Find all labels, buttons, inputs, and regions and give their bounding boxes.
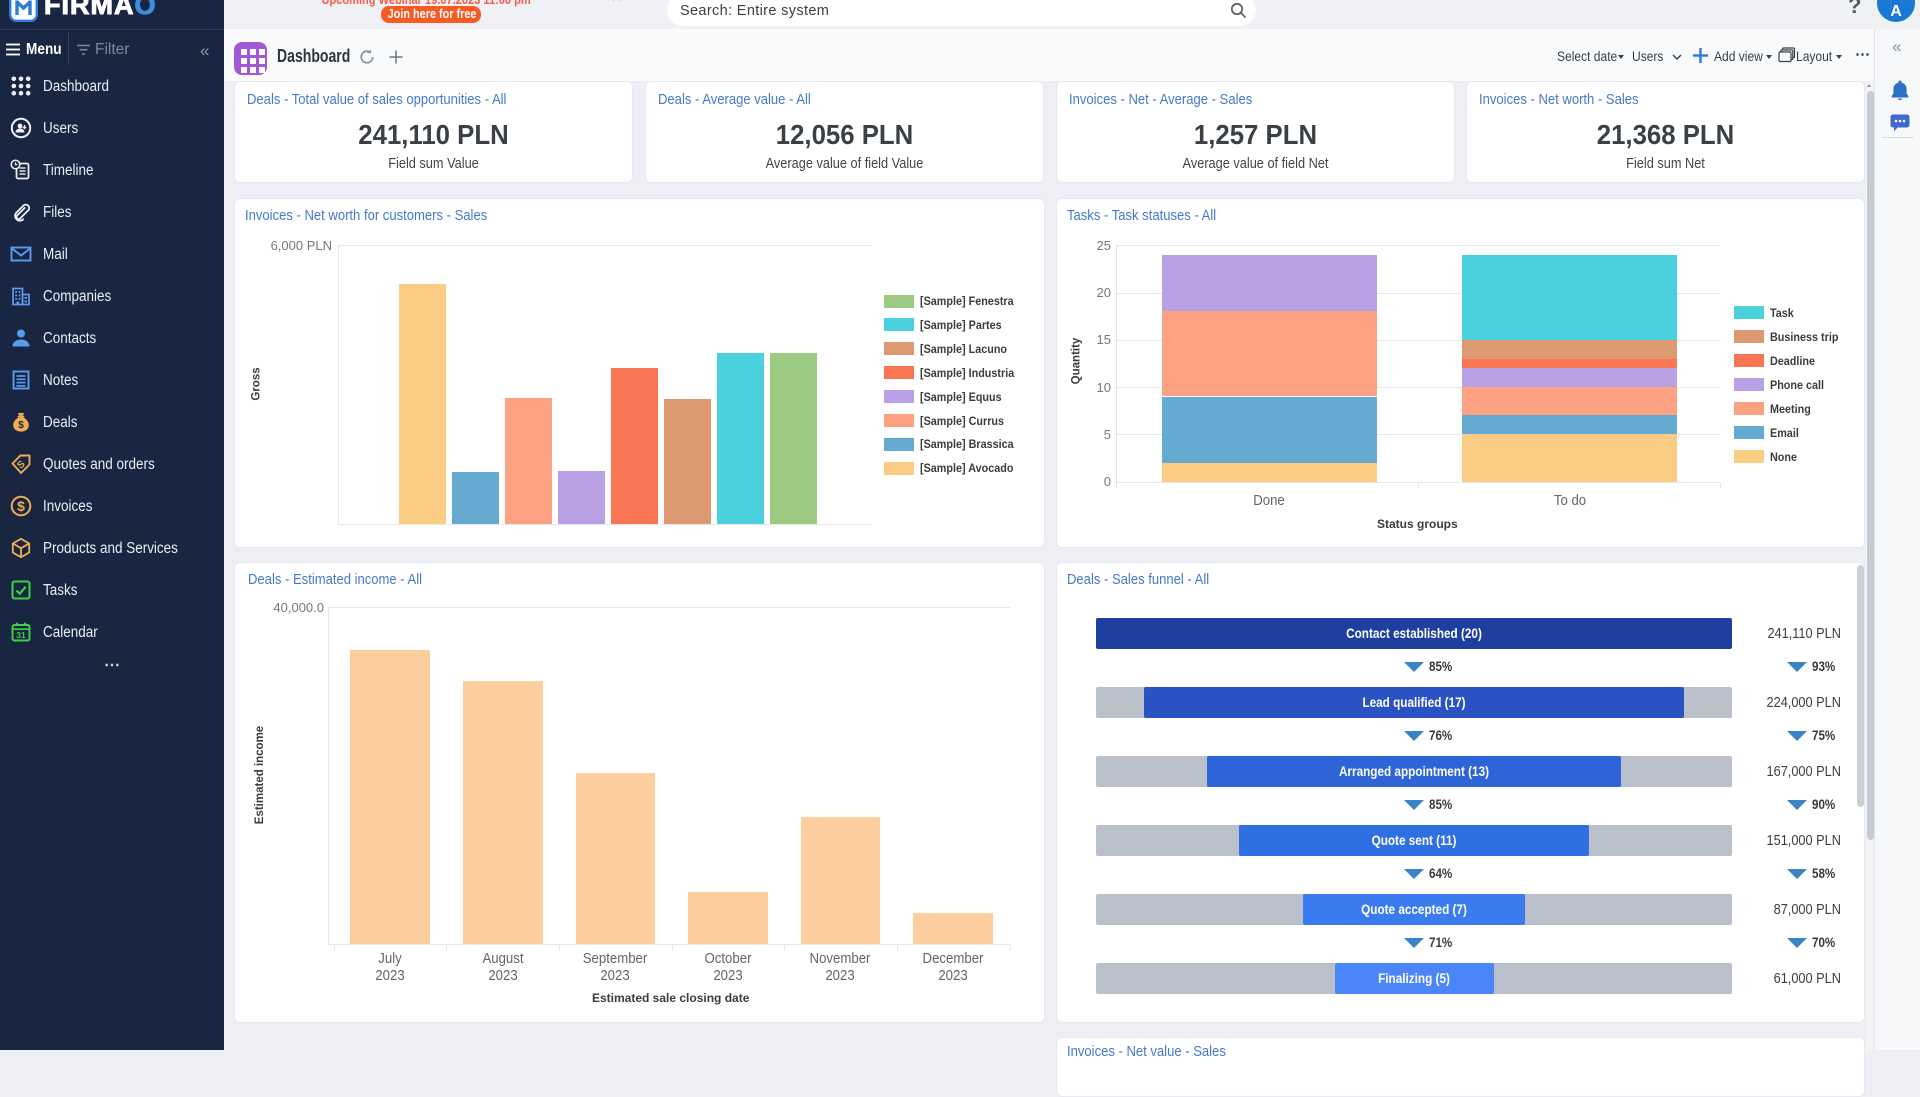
svg-text:$: $: [18, 420, 24, 431]
svg-text:31: 31: [16, 630, 26, 640]
svg-text:$: $: [17, 498, 25, 514]
